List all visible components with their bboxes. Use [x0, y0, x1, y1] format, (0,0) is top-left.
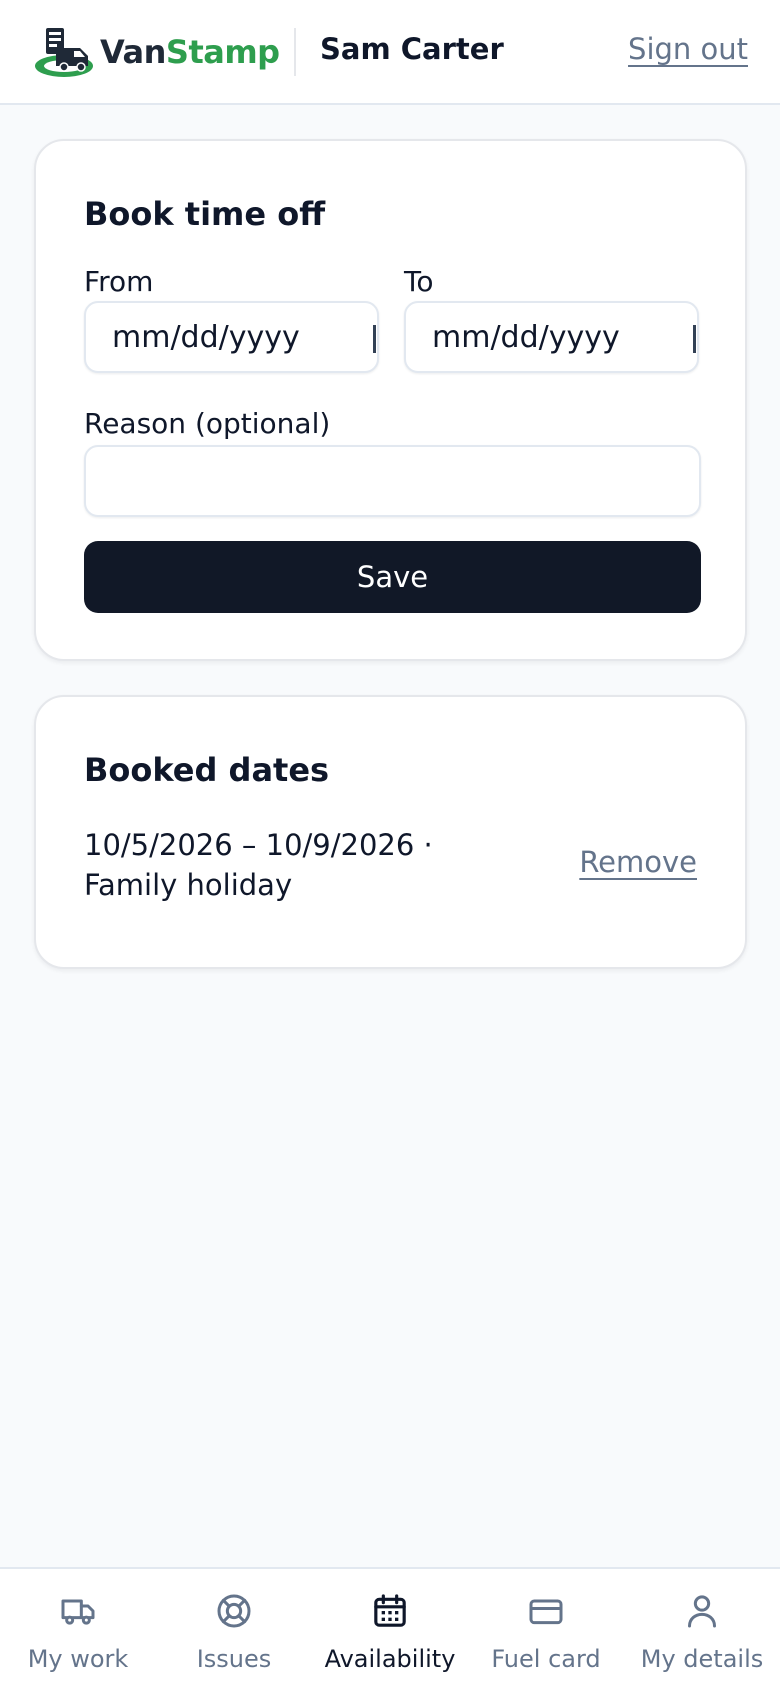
- lifebuoy-icon: [217, 1594, 251, 1628]
- booked-dates-title: Booked dates: [84, 751, 330, 789]
- nav-label-my-details: My details: [640, 1645, 764, 1673]
- booked-date-entry: 10/5/2026 – 10/9/2026 · Family holiday: [84, 828, 433, 902]
- reason-label: Reason (optional): [84, 407, 331, 440]
- from-label: From: [84, 265, 154, 298]
- nav-label-fuel-card: Fuel card: [491, 1645, 601, 1673]
- to-date-placeholder: mm/dd/yyyy: [432, 319, 620, 355]
- van-logo-icon: [35, 28, 93, 77]
- user-name: Sam Carter: [320, 32, 504, 66]
- app-header: VanStamp Sam Carter Sign out: [0, 0, 780, 105]
- book-time-off-title: Book time off: [84, 195, 326, 233]
- remove-booking-link[interactable]: Remove: [579, 845, 697, 879]
- from-calendar-picker-icon[interactable]: [373, 325, 377, 353]
- save-button[interactable]: Save: [84, 541, 701, 613]
- nav-label-issues: Issues: [196, 1645, 272, 1673]
- nav-item-my-work[interactable]: My work: [0, 1569, 156, 1688]
- to-calendar-picker-icon[interactable]: [693, 325, 697, 353]
- nav-label-my-work: My work: [27, 1645, 129, 1673]
- nav-item-availability[interactable]: Availability: [312, 1569, 468, 1688]
- booked-dates-card: Booked dates 10/5/2026 – 10/9/2026 · Fam…: [34, 695, 747, 969]
- nav-item-fuel-card[interactable]: Fuel card: [468, 1569, 624, 1688]
- book-time-off-card: Book time off From mm/dd/yyyy To mm/dd/y…: [34, 139, 747, 661]
- sign-out-link[interactable]: Sign out: [628, 32, 748, 66]
- to-date-input[interactable]: mm/dd/yyyy: [404, 301, 699, 373]
- nav-label-availability: Availability: [324, 1645, 456, 1673]
- truck-icon: [61, 1599, 95, 1625]
- from-date-input[interactable]: mm/dd/yyyy: [84, 301, 379, 373]
- from-date-placeholder: mm/dd/yyyy: [112, 319, 300, 355]
- logo-wordmark: VanStamp: [100, 33, 280, 71]
- to-label: To: [404, 265, 434, 298]
- logo-text-stamp: Stamp: [165, 33, 280, 71]
- vanstamp-logo[interactable]: VanStamp: [34, 26, 280, 78]
- calendar-icon: [374, 1594, 406, 1627]
- user-icon: [688, 1595, 716, 1628]
- bottom-nav: My work Issues Availability Fuel card My…: [0, 1567, 780, 1688]
- header-divider: [294, 28, 296, 76]
- credit-card-icon: [529, 1599, 563, 1625]
- nav-item-my-details[interactable]: My details: [624, 1569, 780, 1688]
- logo-text-van: Van: [100, 33, 166, 71]
- reason-input[interactable]: [84, 445, 701, 517]
- nav-item-issues[interactable]: Issues: [156, 1569, 312, 1688]
